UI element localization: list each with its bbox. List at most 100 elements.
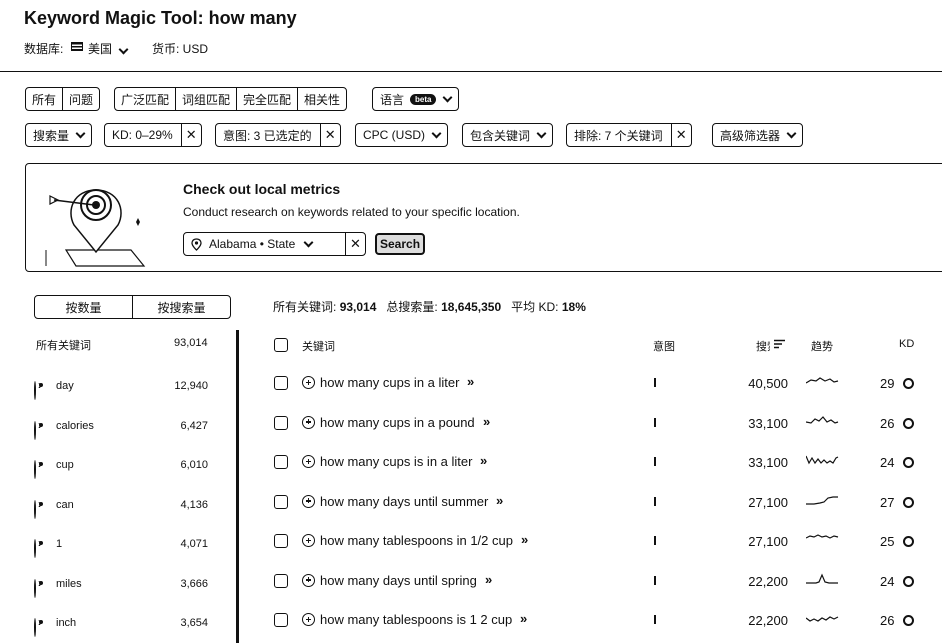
search-button[interactable]: Search	[375, 233, 426, 255]
add-keyword-icon[interactable]	[302, 376, 315, 389]
kd-value: 27	[880, 494, 895, 510]
group-row[interactable]: › can 4,136	[34, 494, 230, 519]
sort-by-volume[interactable]: 按搜索量	[133, 296, 230, 318]
table-row[interactable]: how many days until summer 27,100 27 »	[270, 493, 930, 512]
close-icon[interactable]: ✕	[319, 124, 340, 146]
keyword-link[interactable]: how many days until summer	[320, 494, 488, 509]
column-trend[interactable]: 趋势	[811, 338, 833, 354]
column-kd[interactable]: KD	[899, 338, 914, 350]
sort-icon[interactable]	[774, 339, 785, 349]
add-keyword-icon[interactable]	[302, 573, 315, 587]
chevron-down-icon	[431, 128, 442, 138]
group-row[interactable]: › day 12,940	[34, 375, 230, 400]
tab-all[interactable]: 所有	[26, 88, 64, 110]
row-checkbox[interactable]	[274, 376, 288, 390]
group-row[interactable]: › cup 6,010	[34, 454, 230, 479]
exclude-filter-label: 排除: 7 个关键词	[574, 128, 663, 143]
table-row[interactable]: how many cups is in a liter 33,100 24 »	[270, 453, 930, 472]
sidebar-scrollbar[interactable]	[236, 330, 239, 643]
table-row[interactable]: how many tablespoons is 1 2 cup 22,200 2…	[270, 611, 930, 630]
eye-icon[interactable]	[34, 460, 36, 479]
table-row[interactable]: how many days until spring 22,200 24 »	[270, 572, 930, 591]
cpc-filter[interactable]: CPC (USD)	[355, 123, 448, 147]
intent-filter[interactable]: 意图: 3 已选定的 ✕	[215, 123, 341, 147]
keyword-link[interactable]: how many cups is in a liter	[320, 454, 472, 469]
double-chevron-icon[interactable]: »	[485, 572, 492, 587]
volume-value: 33,100	[748, 455, 788, 470]
keyword-link[interactable]: how many tablespoons in 1/2 cup	[320, 533, 513, 548]
kd-value: 26	[880, 613, 895, 628]
group-row[interactable]: › 1 4,071	[34, 533, 230, 558]
double-chevron-icon[interactable]: »	[520, 611, 527, 626]
database-label: 数据库:	[24, 42, 64, 56]
row-checkbox[interactable]	[274, 573, 288, 588]
volume-filter-label: 搜索量	[33, 128, 70, 143]
avg-kd-value: 18%	[561, 300, 586, 314]
eye-icon[interactable]	[34, 499, 36, 519]
double-chevron-icon[interactable]: »	[480, 453, 487, 468]
add-keyword-icon[interactable]	[302, 613, 315, 626]
add-keyword-icon[interactable]	[302, 455, 315, 468]
local-card-title: Check out local metrics	[183, 181, 341, 197]
include-keywords-filter[interactable]: 包含关键词	[462, 123, 554, 147]
row-checkbox[interactable]	[274, 455, 288, 469]
tab-related[interactable]: 相关性	[298, 88, 346, 110]
chevron-down-icon	[75, 128, 86, 138]
double-chevron-icon[interactable]: »	[496, 493, 503, 508]
eye-icon[interactable]	[34, 578, 36, 598]
keyword-link[interactable]: how many cups in a liter	[320, 375, 459, 390]
group-row[interactable]: › inch 3,654	[34, 612, 230, 637]
language-dropdown[interactable]: 语言 beta	[372, 87, 460, 111]
add-keyword-icon[interactable]	[302, 415, 315, 429]
volume-filter[interactable]: 搜索量	[25, 123, 93, 147]
database-select[interactable]: 美国	[88, 40, 129, 57]
tab-broad-match[interactable]: 广泛匹配	[115, 88, 177, 110]
sort-by-count[interactable]: 按数量	[35, 296, 133, 318]
table-row[interactable]: how many cups in a liter 40,500 29 »	[270, 374, 930, 393]
tab-questions[interactable]: 问题	[63, 88, 99, 110]
eye-icon[interactable]	[34, 420, 36, 440]
row-checkbox[interactable]	[274, 534, 288, 548]
close-icon[interactable]: ✕	[345, 233, 365, 255]
close-icon[interactable]: ✕	[180, 124, 201, 146]
keyword-link[interactable]: how many cups in a pound	[320, 415, 475, 430]
kd-filter[interactable]: KD: 0–29% ✕	[104, 123, 202, 147]
close-icon[interactable]: ✕	[670, 124, 691, 146]
group-count: 12,940	[174, 380, 208, 392]
eye-icon[interactable]	[34, 618, 36, 637]
select-all-checkbox[interactable]	[274, 338, 288, 352]
kd-value: 29	[880, 376, 895, 391]
table-row[interactable]: how many tablespoons in 1/2 cup 27,100 2…	[270, 532, 930, 551]
add-keyword-icon[interactable]	[302, 534, 315, 547]
trend-sparkline	[806, 572, 838, 584]
database-value: 美国	[88, 42, 113, 56]
all-keywords-label: 所有关键词:	[273, 300, 337, 314]
row-checkbox[interactable]	[274, 415, 288, 430]
exclude-keywords-filter[interactable]: 排除: 7 个关键词 ✕	[566, 123, 692, 147]
row-checkbox[interactable]	[274, 613, 288, 627]
keyword-link[interactable]: how many tablespoons is 1 2 cup	[320, 612, 512, 627]
column-keyword[interactable]: 关键词	[302, 338, 335, 354]
column-intent[interactable]: 意图	[653, 338, 675, 354]
tab-exact-match[interactable]: 完全匹配	[237, 88, 299, 110]
column-volume[interactable]: 搜索	[756, 338, 770, 354]
group-row[interactable]: › calories 6,427	[34, 415, 230, 440]
eye-icon[interactable]	[34, 381, 36, 400]
group-label: day	[56, 380, 74, 392]
row-checkbox[interactable]	[274, 494, 288, 509]
advanced-filters[interactable]: 高级筛选器	[712, 123, 804, 147]
double-chevron-icon[interactable]: »	[521, 532, 528, 547]
double-chevron-icon[interactable]: »	[483, 414, 490, 429]
intent-badge	[654, 417, 656, 427]
table-row[interactable]: how many cups in a pound 33,100 26 »	[270, 414, 930, 433]
tab-phrase-match[interactable]: 词组匹配	[176, 88, 238, 110]
language-label: 语言	[380, 92, 405, 107]
add-keyword-icon[interactable]	[302, 494, 315, 508]
eye-icon[interactable]	[34, 539, 36, 558]
group-row[interactable]: › miles 3,666	[34, 573, 230, 598]
us-flag-icon	[71, 42, 83, 51]
keyword-link[interactable]: how many days until spring	[320, 573, 477, 588]
location-select[interactable]: Alabama • State ✕	[183, 232, 366, 256]
double-chevron-icon[interactable]: »	[467, 374, 474, 389]
trend-sparkline	[806, 534, 839, 539]
